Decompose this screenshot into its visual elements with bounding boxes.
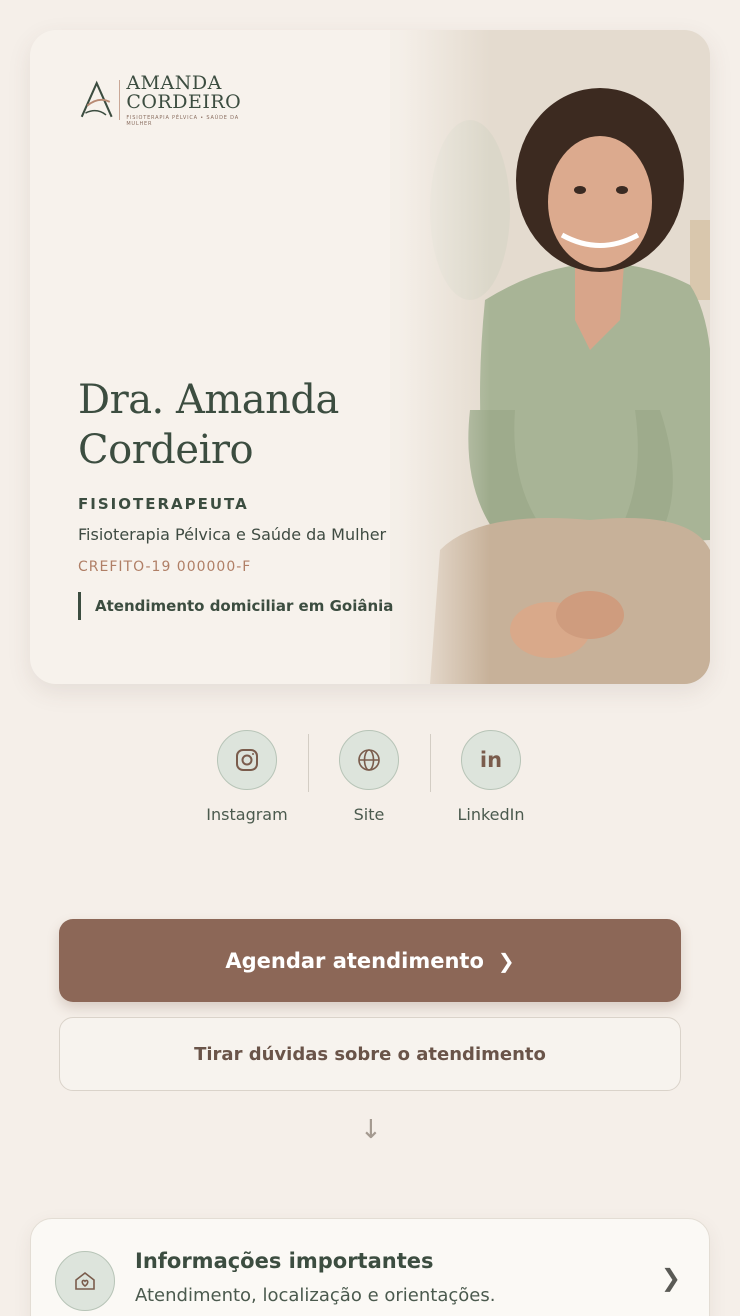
globe-icon[interactable] bbox=[339, 730, 399, 790]
hero-card: AMANDA CORDEIRO Fisioterapia Pélvica • S… bbox=[30, 30, 710, 684]
social-link-instagram[interactable]: Instagram bbox=[186, 730, 308, 830]
info-card-title: Informações importantes bbox=[135, 1249, 434, 1273]
doctor-name-line-1: Dra. Amanda bbox=[78, 377, 339, 423]
schedule-appointment-label: Agendar atendimento bbox=[225, 948, 484, 973]
chevron-right-icon: ❯ bbox=[497, 948, 515, 973]
social-link-linkedin[interactable]: in LinkedIn bbox=[430, 730, 552, 830]
logo-tagline: Fisioterapia Pélvica • Saúde da Mulher bbox=[126, 114, 239, 127]
logo-line-2: CORDEIRO bbox=[126, 90, 242, 113]
chevron-right-icon: ❯ bbox=[660, 1264, 681, 1292]
logo-wordmark: AMANDA CORDEIRO Fisioterapia Pélvica • S… bbox=[126, 71, 258, 127]
logo-divider bbox=[119, 80, 121, 120]
instagram-icon[interactable] bbox=[217, 730, 277, 790]
ask-questions-label: Tirar dúvidas sobre o atendimento bbox=[194, 1043, 546, 1065]
linkedin-label[interactable]: LinkedIn bbox=[457, 805, 524, 824]
arrow-down-icon: ↓ bbox=[360, 1115, 382, 1145]
home-heart-icon bbox=[55, 1251, 115, 1311]
doctor-name-line-2: Cordeiro bbox=[78, 427, 254, 473]
logo-monogram-icon bbox=[80, 80, 113, 118]
registration-number: CREFITO-19 000000-F bbox=[78, 559, 252, 575]
social-links: Instagram Site in LinkedIn bbox=[186, 730, 552, 830]
ask-questions-button[interactable]: Tirar dúvidas sobre o atendimento bbox=[59, 1017, 681, 1091]
profession-label: FISIOTERAPEUTA bbox=[78, 495, 249, 513]
brand-logo: AMANDA CORDEIRO Fisioterapia Pélvica • S… bbox=[78, 71, 258, 127]
specialty-text: Fisioterapia Pélvica e Saúde da Mulher bbox=[78, 525, 387, 544]
site-label[interactable]: Site bbox=[354, 805, 385, 824]
social-link-site[interactable]: Site bbox=[308, 730, 430, 830]
info-card-subtitle: Atendimento, localização e orientações. bbox=[135, 1285, 496, 1306]
important-info-card[interactable]: Informações importantes Atendimento, loc… bbox=[30, 1218, 710, 1316]
hero-text-block: Dra. Amanda Cordeiro FISIOTERAPEUTA Fisi… bbox=[78, 375, 408, 620]
home-care-note: Atendimento domiciliar em Goiânia bbox=[78, 592, 408, 620]
linkedin-icon[interactable]: in bbox=[461, 730, 521, 790]
schedule-appointment-button[interactable]: Agendar atendimento ❯ bbox=[59, 919, 681, 1002]
doctor-name: Dra. Amanda Cordeiro bbox=[78, 375, 408, 475]
instagram-label[interactable]: Instagram bbox=[206, 805, 287, 824]
logo-line-1: AMANDA bbox=[126, 71, 222, 94]
